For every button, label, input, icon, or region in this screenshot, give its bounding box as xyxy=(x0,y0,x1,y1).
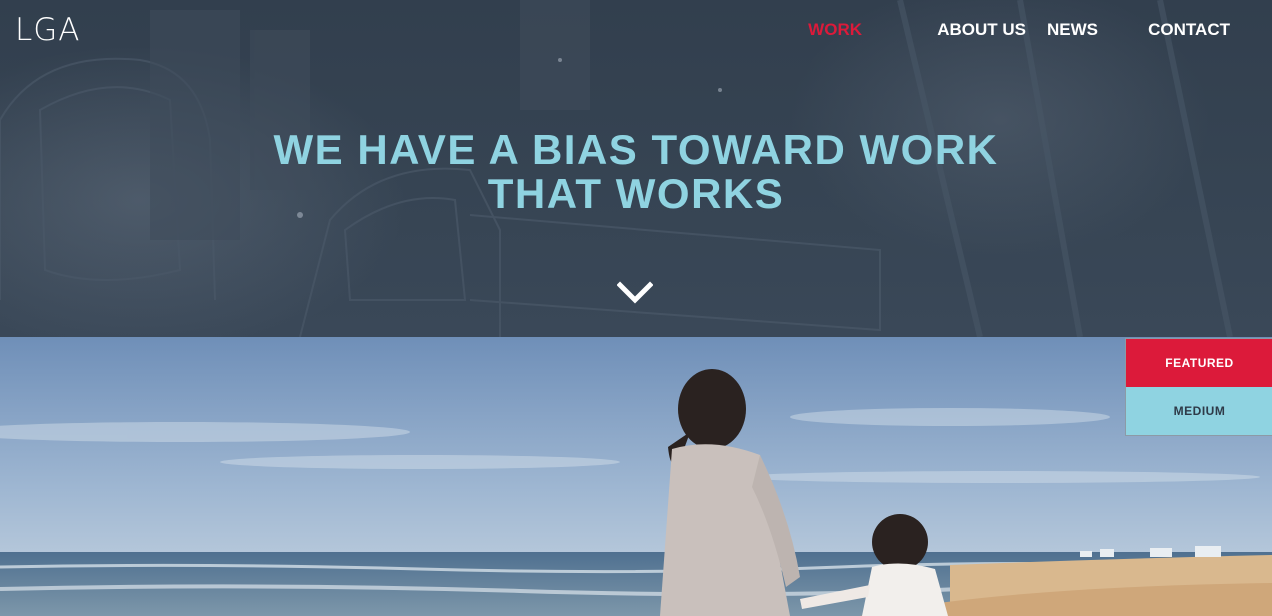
nav-item-work[interactable]: WORK xyxy=(808,19,862,41)
hero-headline-line-2: THAT WORKS xyxy=(487,170,785,217)
hero-headline: WE HAVE A BIAS TOWARD WORK THAT WORKS xyxy=(0,128,1272,216)
beach-photo xyxy=(0,337,1272,616)
chevron-down-icon[interactable] xyxy=(617,281,653,305)
filter-featured-button[interactable]: FEATURED xyxy=(1126,339,1272,387)
hero-headline-line-1: WE HAVE A BIAS TOWARD WORK xyxy=(273,126,999,173)
nav-item-about-us[interactable]: ABOUT US xyxy=(937,19,1026,41)
nav-item-contact[interactable]: CONTACT xyxy=(1148,19,1230,41)
featured-work-image[interactable] xyxy=(0,337,1272,616)
work-filter-tabs: FEATURED MEDIUM xyxy=(1125,338,1272,436)
nav-item-news[interactable]: NEWS xyxy=(1047,19,1098,41)
hero-banner: LGA WORK ABOUT US NEWS CONTACT WE HAVE A… xyxy=(0,0,1272,337)
filter-medium-button[interactable]: MEDIUM xyxy=(1126,387,1272,435)
logo[interactable]: LGA xyxy=(15,14,81,46)
